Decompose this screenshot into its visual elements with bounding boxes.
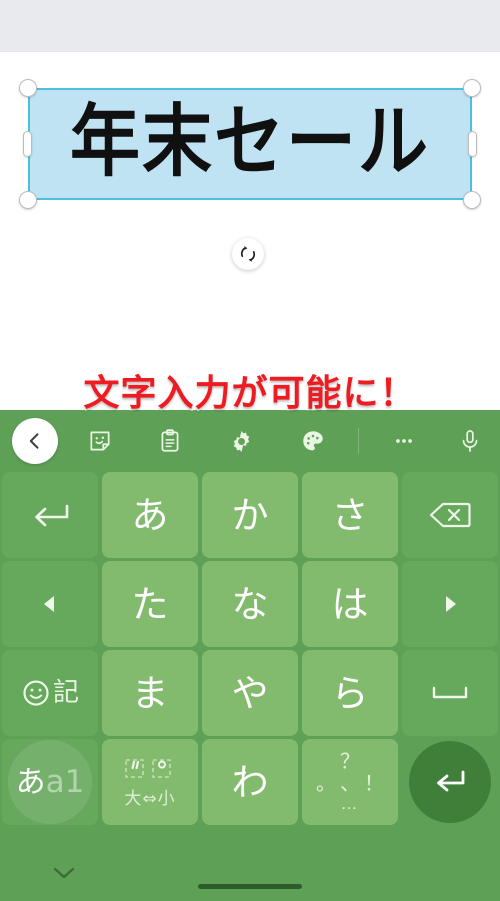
punctuation-bottom-label: … [340, 794, 360, 813]
text-box[interactable]: 年末セール [28, 88, 472, 200]
enter-icon [437, 770, 465, 792]
toolbar-back-button[interactable] [12, 418, 58, 464]
cursor-right-key[interactable] [402, 561, 498, 647]
key-ka-label: か [231, 493, 269, 537]
undo-arrow-icon [35, 504, 69, 527]
more-icon [396, 439, 412, 443]
key-row-3: 記 ま や ら [0, 650, 500, 736]
resize-handle-top-left[interactable] [19, 79, 37, 97]
phone-screen: 年末セール 文字入力が可能に！ あ か さ た な は 記 ま や ら あa1 … [0, 0, 500, 901]
key-ma-label: ま [131, 671, 169, 715]
enter-key[interactable] [402, 739, 498, 825]
key-ra-label: ら [331, 671, 369, 715]
key-ka[interactable]: か [202, 472, 298, 558]
key-a[interactable]: あ [102, 472, 198, 558]
key-row-4: あa1 大⇔小 わ ？ 。 、 ！ … [0, 739, 500, 825]
chevron-down-icon [53, 867, 75, 879]
key-row-1: あ か さ [0, 472, 500, 558]
dakuten-key[interactable]: 大⇔小 [102, 739, 198, 825]
toolbar-sticker-button[interactable] [85, 426, 115, 456]
toolbar-clipboard-button[interactable] [155, 426, 185, 456]
input-mode-label: あa1 [15, 763, 85, 800]
rotate-icon [240, 246, 256, 262]
punctuation-mid-right: 、 [340, 771, 360, 795]
key-ma[interactable]: ま [102, 650, 198, 736]
key-wa-label: わ [231, 760, 269, 804]
punctuation-mid-row: 。 、 ！ [316, 773, 384, 793]
resize-handle-top-right[interactable] [463, 79, 481, 97]
palette-icon [303, 431, 323, 451]
emoji-symbol-key[interactable]: 記 [2, 650, 98, 736]
key-wa[interactable]: わ [202, 739, 298, 825]
sticker-icon [90, 431, 110, 451]
hide-keyboard-button[interactable] [48, 859, 80, 887]
enter-key-circle [409, 741, 491, 823]
input-mode-sub: a1 [45, 763, 85, 800]
input-mode-key[interactable]: あa1 [2, 739, 98, 825]
key-ya-label: や [231, 671, 269, 715]
caret-left-icon [44, 596, 54, 612]
dakuten-key-sub-label: 大⇔小 [124, 789, 176, 809]
space-icon [432, 686, 468, 699]
toolbar-settings-button[interactable] [226, 426, 256, 456]
key-ya[interactable]: や [202, 650, 298, 736]
key-ta-label: た [131, 582, 169, 626]
key-a-label: あ [131, 493, 169, 537]
system-nav-bar [0, 845, 500, 901]
key-ha[interactable]: は [302, 561, 398, 647]
annotation-caption: 文字入力が可能に！ [82, 372, 417, 416]
keyboard-toolbar [0, 410, 500, 472]
punctuation-key[interactable]: ？ 。 、 ！ … [302, 739, 398, 825]
toolbar-theme-button[interactable] [298, 426, 328, 456]
key-ra[interactable]: ら [302, 650, 398, 736]
punctuation-mid-end: ！ [364, 771, 384, 795]
caret-right-icon [446, 596, 456, 612]
undo-key[interactable] [2, 472, 98, 558]
backspace-key[interactable] [402, 472, 498, 558]
backspace-icon [429, 502, 471, 528]
key-sa[interactable]: さ [302, 472, 398, 558]
emoji-symbol-key-label: 記 [52, 678, 79, 708]
selected-text-object[interactable]: 年末セール [19, 79, 481, 209]
smiley-icon [23, 680, 49, 706]
resize-handle-bottom-left[interactable] [19, 191, 37, 209]
space-key[interactable] [402, 650, 498, 736]
clipboard-icon [161, 429, 179, 452]
punctuation-top-label: ？ [340, 751, 360, 773]
toolbar-divider [358, 428, 359, 454]
punctuation-mid-left: 。 [316, 771, 336, 795]
key-na-label: な [231, 582, 269, 626]
key-sa-label: さ [331, 493, 369, 537]
home-indicator[interactable] [198, 884, 302, 889]
key-ha-label: は [331, 582, 369, 626]
toolbar-voice-button[interactable] [455, 426, 485, 456]
japanese-keyboard: あ か さ た な は 記 ま や ら あa1 大⇔小 わ ？ 。 、 ！ … [0, 410, 500, 901]
toolbar-more-button[interactable] [389, 426, 419, 456]
microphone-icon [462, 430, 478, 452]
input-mode-main: あ [15, 764, 46, 800]
key-grid: あ か さ た な は 記 ま や ら あa1 大⇔小 わ ？ 。 、 ！ … [0, 472, 500, 825]
key-na[interactable]: な [202, 561, 298, 647]
resize-handle-middle-left[interactable] [23, 131, 32, 157]
text-box-content: 年末セール [70, 95, 430, 188]
back-chevron-icon [29, 433, 39, 449]
gear-icon [233, 430, 249, 452]
key-row-2: た な は [0, 561, 500, 647]
status-bar [0, 0, 500, 52]
rotate-handle[interactable] [232, 238, 264, 270]
dakuten-marks-icon [125, 759, 171, 778]
key-ta[interactable]: た [102, 561, 198, 647]
editing-canvas[interactable]: 年末セール [0, 52, 500, 410]
resize-handle-bottom-right[interactable] [463, 191, 481, 209]
resize-handle-middle-right[interactable] [468, 131, 477, 157]
cursor-left-key[interactable] [2, 561, 98, 647]
